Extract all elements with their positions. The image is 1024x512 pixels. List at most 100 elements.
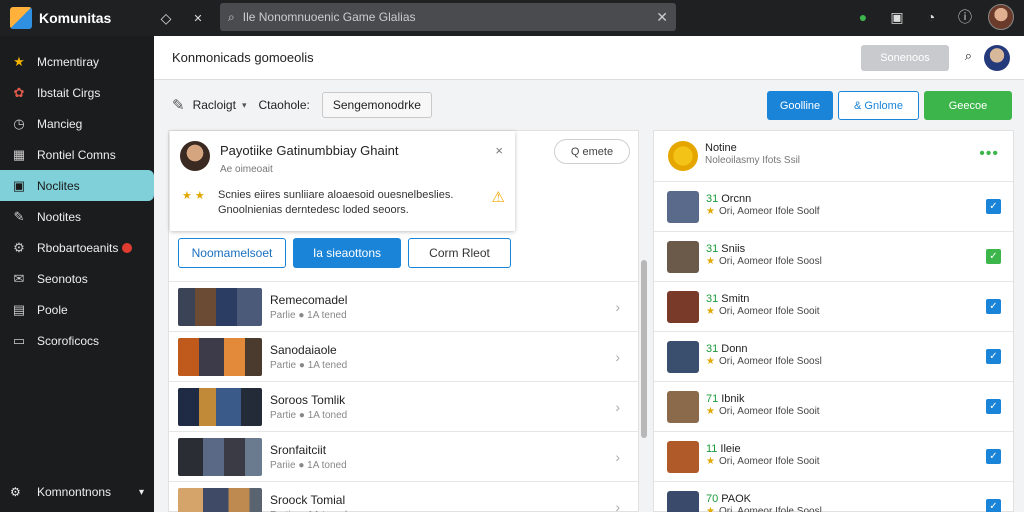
search-icon[interactable]: ⌕ xyxy=(965,48,972,64)
sidebar-item-label: Scoroficocs xyxy=(37,333,100,348)
close-icon[interactable]: × xyxy=(495,143,503,158)
chevron-right-icon: › xyxy=(615,448,620,465)
member-meta-text: Ori, Aomeor Ifole Sooit xyxy=(718,306,820,317)
member-meta-text: Ori, Aomeor Ifole Soosl xyxy=(718,356,822,367)
member-number: 31 xyxy=(706,243,719,255)
sidebar-footer[interactable]: ⚙ Komnontnons ▾ xyxy=(0,478,154,506)
member-name-label: Orcnn xyxy=(721,193,752,205)
member-row[interactable]: 31 Smitn ★ Ori, Aomeor Ifole Sooit ✓ xyxy=(654,282,1013,332)
sidebar-item[interactable]: ★ Mcmentiray xyxy=(0,46,154,77)
list-item-text: Sroock TomialPartie ● 1A toned xyxy=(270,493,347,512)
help-icon[interactable]: ⓘ xyxy=(954,6,976,28)
window-icon[interactable]: ▣ xyxy=(886,6,908,28)
list-item-title: Sanodaiaole xyxy=(270,342,337,357)
member-meta-text: Ori, Aomeor Ifole Sooit xyxy=(718,456,820,467)
member-name: 70 PAOK xyxy=(706,493,751,505)
segment-button-3[interactable]: Corm Rleot xyxy=(408,238,511,268)
member-row[interactable]: 11 Ileie ★ Ori, Aomeor Ifole Sooit ✓ xyxy=(654,432,1013,482)
sidebar-item[interactable]: ▭ Scoroficocs xyxy=(0,325,154,356)
sidebar-item-label: Rbobartoeanits xyxy=(37,240,119,255)
header-search-button[interactable]: Sonenoos xyxy=(861,45,949,71)
bell-icon[interactable]: ◔ xyxy=(920,6,942,28)
member-meta: ★ Ori, Aomeor Ifole Soosl xyxy=(706,506,822,512)
member-row[interactable]: 31 Orcnn ★ Ori, Aomeor Ifole Soolf ✓ xyxy=(654,182,1013,232)
star-icon: ★ xyxy=(706,356,715,367)
checkbox[interactable]: ✓ xyxy=(986,199,1001,214)
member-number: 31 xyxy=(706,293,719,305)
secondary-button[interactable]: & Gnlome xyxy=(838,91,919,120)
brand[interactable]: Komunitas xyxy=(0,7,155,29)
top-bar: Komunitas ◇ ✕ ⌕ ✕ ● ▣ ◔ ⓘ xyxy=(0,0,1024,36)
header-search-button-label: Sonenoos xyxy=(880,52,930,64)
member-avatar xyxy=(667,341,699,373)
globe-icon[interactable]: ● xyxy=(852,6,874,28)
scrollbar[interactable] xyxy=(641,260,647,438)
member-meta: ★ Ori, Aomeor Ifole Sooit xyxy=(706,456,820,467)
sidebar-item-label: Rontiel Comns xyxy=(37,147,116,162)
checkbox[interactable]: ✓ xyxy=(986,349,1001,364)
profile-avatar[interactable] xyxy=(984,45,1010,71)
checkbox[interactable]: ✓ xyxy=(986,499,1001,512)
primary-button[interactable]: Goolline xyxy=(767,91,833,120)
member-row[interactable]: 31 Donn ★ Ori, Aomeor Ifole Soosl ✓ xyxy=(654,332,1013,382)
more-icon[interactable]: ••• xyxy=(979,145,999,163)
member-number: 11 xyxy=(706,443,718,455)
segment-button-2[interactable]: Ia sieaottons xyxy=(293,238,401,268)
list-item[interactable]: Sronfaitciit Pariie ● 1A toned › xyxy=(169,431,638,481)
sidebar-item[interactable]: ▤ Poole xyxy=(0,294,154,325)
list-item[interactable]: Remecomadel Parlie ● 1A tened › xyxy=(169,281,638,331)
member-row[interactable]: 70 PAOK ★ Ori, Aomeor Ifole Soosl ✓ xyxy=(654,482,1013,512)
filter-chip[interactable]: Sengemonodrke xyxy=(321,92,432,118)
app-logo xyxy=(10,7,32,29)
member-row[interactable]: 31 Sniis ★ Ori, Aomeor Ifole Soosl ✓ xyxy=(654,232,1013,282)
member-avatar xyxy=(667,491,699,512)
checkbox[interactable]: ✓ xyxy=(986,449,1001,464)
sidebar-item[interactable]: ⚙ Rbobartoeanits xyxy=(0,232,154,263)
member-meta: ★ Ori, Aomeor Ifole Soosl xyxy=(706,356,822,367)
sidebar-item-label: Ibstait Cirgs xyxy=(37,85,101,100)
member-meta-text: Ori, Aomeor Ifole Soosl xyxy=(718,256,822,267)
member-row[interactable]: 71 Ibnik ★ Ori, Aomeor Ifole Sooit ✓ xyxy=(654,382,1013,432)
member-avatar xyxy=(667,191,699,223)
segment-label-2: Ia sieaottons xyxy=(312,246,382,260)
checkbox[interactable]: ✓ xyxy=(986,399,1001,414)
checkbox[interactable]: ✓ xyxy=(986,299,1001,314)
star-icon: ★ xyxy=(706,206,715,217)
close-icon[interactable]: ✕ xyxy=(187,7,209,29)
game-thumbnail xyxy=(178,487,262,512)
panel-search[interactable]: Q emete xyxy=(554,139,630,164)
sidebar-item-label: Nootites xyxy=(37,209,82,224)
success-button[interactable]: Geecoe xyxy=(924,91,1012,120)
sidebar-item[interactable]: ✿ Ibstait Cirgs xyxy=(0,77,154,108)
list-item-title: Sroock Tomial xyxy=(270,492,346,507)
sidebar-item[interactable]: ▣ Noclites xyxy=(0,170,154,201)
checkbox[interactable]: ✓ xyxy=(986,249,1001,264)
list-item-title: Sronfaitciit xyxy=(270,442,327,457)
member-name-label: Donn xyxy=(721,343,748,355)
card-text: Scnies eiires sunliiare aloaesoid ouesne… xyxy=(218,189,454,216)
global-search[interactable]: ⌕ ✕ xyxy=(220,3,676,31)
list-item[interactable]: Sanodaiaole Partie ● 1A tened › xyxy=(169,331,638,381)
list-item-title: Remecomadel xyxy=(270,292,348,307)
chevron-down-icon[interactable]: ▾ xyxy=(242,100,247,111)
diamond-icon[interactable]: ◇ xyxy=(155,7,177,29)
list-item[interactable]: Soroos Tomlik Partie ● 1A toned › xyxy=(169,381,638,431)
sidebar-item[interactable]: ✉ Seonotos xyxy=(0,263,154,294)
clear-search-icon[interactable]: ✕ xyxy=(656,9,668,26)
list-item[interactable]: Sroock TomialPartie ● 1A toned › xyxy=(169,481,638,512)
search-input[interactable] xyxy=(242,10,657,24)
sidebar-item[interactable]: ◷ Mancieg xyxy=(0,108,154,139)
member-meta-text: Ori, Aomeor Ifole Soolf xyxy=(718,206,820,217)
member-name: 31 Smitn xyxy=(706,293,749,305)
edit-icon[interactable]: ✎ xyxy=(172,96,185,114)
grid-icon: ▤ xyxy=(12,301,26,317)
sidebar-footer-label: Komnontnons xyxy=(37,485,112,499)
user-avatar[interactable] xyxy=(988,4,1014,30)
top-bar-actions: ● ▣ ◔ ⓘ xyxy=(852,4,1014,30)
game-thumbnail xyxy=(178,437,262,476)
sidebar-item[interactable]: ✎ Nootites xyxy=(0,201,154,232)
segment-button-1[interactable]: Noomamelsoet xyxy=(178,238,286,268)
chevron-right-icon: › xyxy=(615,498,620,512)
sidebar-item[interactable]: ▦ Rontiel Comns xyxy=(0,139,154,170)
members-panel-title: Notine xyxy=(705,142,737,154)
